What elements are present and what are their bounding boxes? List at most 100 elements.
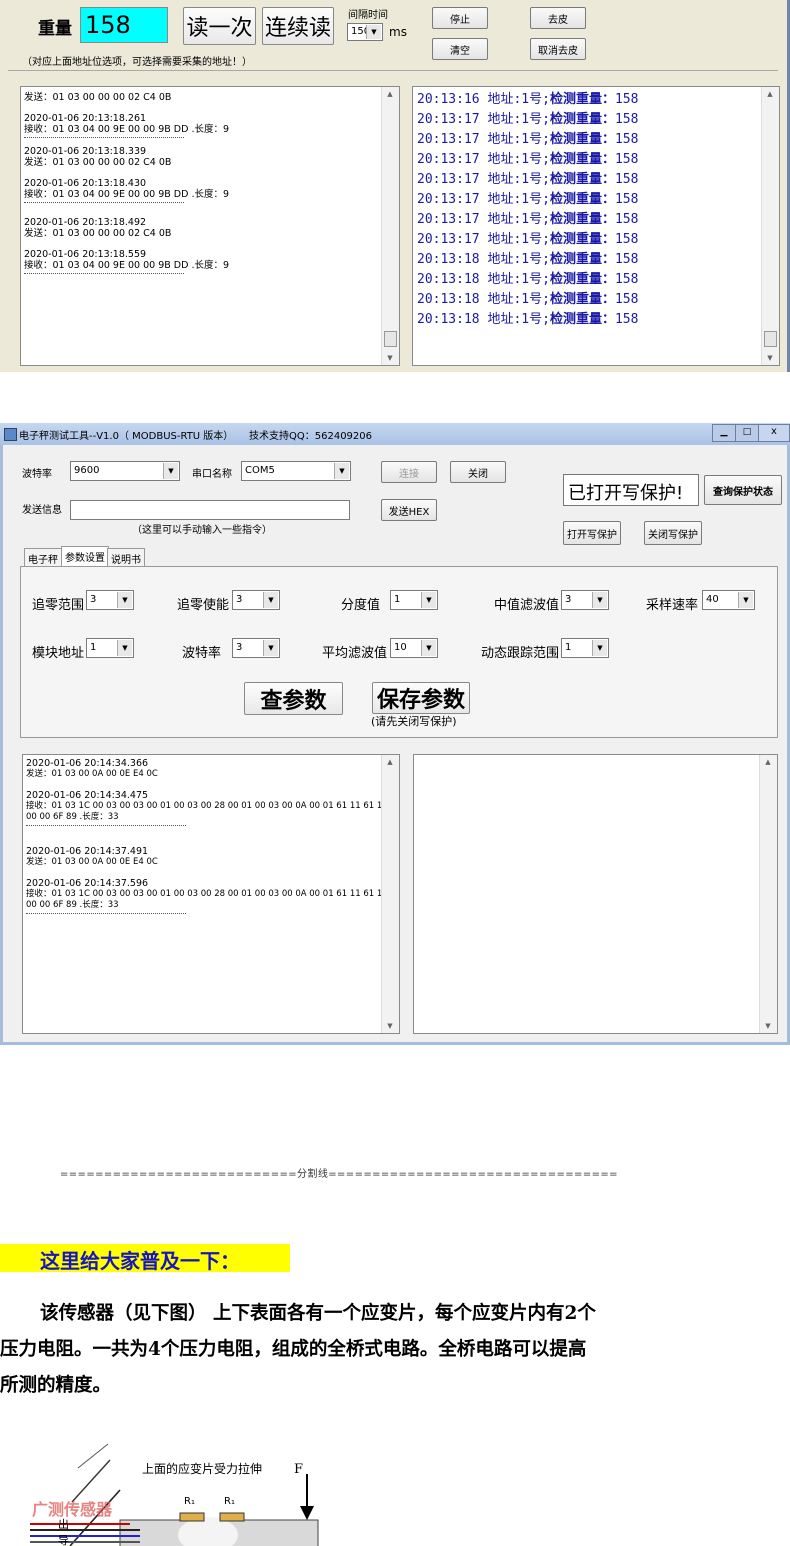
param-median-filter-select[interactable]: 3 ▼ bbox=[561, 590, 609, 610]
sensor-figure: 上面的应变片受力拉伸 F R₁ R₁ 广测传感器 出 导 bbox=[30, 1440, 330, 1546]
chevron-down-icon: ▼ bbox=[263, 640, 278, 656]
scrollbar-thumb[interactable] bbox=[764, 331, 777, 347]
port-select[interactable]: COM5 ▼ bbox=[241, 461, 351, 481]
log-separator bbox=[24, 271, 184, 274]
read-continuous-button[interactable]: 连续读 bbox=[262, 7, 334, 45]
cancel-tare-button[interactable]: 取消去皮 bbox=[530, 38, 586, 60]
scrollbar[interactable]: ▲ ▼ bbox=[761, 87, 779, 365]
figure-out-label-1: 出 bbox=[58, 1518, 69, 1531]
send-label: 发送信息 bbox=[22, 505, 62, 516]
log-timestamp: 2020-01-06 20:13:18.559 bbox=[24, 249, 147, 260]
weight-log-address: 地址:1号; bbox=[487, 132, 550, 147]
figure-watermark: 广测传感器 bbox=[32, 1500, 113, 1519]
log-separator bbox=[24, 135, 184, 138]
param-dynamic-track-select[interactable]: 1 ▼ bbox=[561, 638, 609, 658]
log-entry: 2020-01-06 20:13:18.559 接收：01 03 04 00 9E… bbox=[21, 249, 399, 274]
close-port-button[interactable]: 关闭 bbox=[450, 461, 506, 483]
log-timestamp: 2020-01-06 20:13:18.261 bbox=[24, 113, 147, 124]
figure-r1-right: R₁ bbox=[224, 1496, 235, 1507]
param-zero-enable-label: 追零使能 bbox=[177, 598, 230, 613]
param-zero-enable-select[interactable]: 3 ▼ bbox=[232, 590, 280, 610]
scroll-up-icon[interactable]: ▲ bbox=[762, 87, 778, 101]
param-median-filter-label: 中值滤波值 bbox=[494, 598, 560, 613]
param-median-filter-value: 3 bbox=[565, 594, 572, 605]
scroll-down-icon[interactable]: ▼ bbox=[760, 1019, 776, 1033]
param-division-select[interactable]: 1 ▼ bbox=[390, 590, 438, 610]
connect-button[interactable]: 连接 bbox=[381, 461, 437, 483]
tab-manual[interactable]: 说明书 bbox=[107, 548, 145, 566]
send-input[interactable] bbox=[70, 500, 350, 520]
weight-log-value: 158 bbox=[614, 172, 639, 187]
log-entry: 2020-01-06 20:13:18.492 发送：01 03 00 00 00… bbox=[21, 217, 399, 239]
minimize-button[interactable]: ▁ bbox=[712, 424, 736, 442]
param-module-address-select[interactable]: 1 ▼ bbox=[86, 638, 134, 658]
top-send-log: ▲ ▼ 发送：01 03 00 00 00 02 C4 0B 2020-01-06… bbox=[20, 86, 400, 366]
title-bar[interactable]: 电子秤测试工具--V1.0（ MODBUS-RTU 版本） 技术支持QQ：562… bbox=[0, 423, 790, 445]
log-entry: 2020-01-06 20:13:18.339 发送：01 03 00 00 00… bbox=[21, 146, 399, 168]
log-message: 接收：01 03 04 00 9E 00 00 9B DD .长度：9 bbox=[24, 260, 230, 271]
tare-button[interactable]: 去皮 bbox=[530, 7, 586, 29]
scroll-down-icon[interactable]: ▼ bbox=[762, 351, 778, 365]
weight-log-row: 20:13:17 地址:1号;检测重量：158 bbox=[417, 170, 779, 190]
scroll-down-icon[interactable]: ▼ bbox=[382, 1019, 398, 1033]
param-module-address-label: 模块地址 bbox=[32, 646, 85, 661]
weight-value: 158 bbox=[85, 11, 131, 39]
tab-params[interactable]: 参数设置 bbox=[61, 546, 109, 566]
top-weight-log: ▲ ▼ 20:13:16 地址:1号;检测重量：158 20:13:17 地址:1… bbox=[412, 86, 780, 366]
query-protect-button[interactable]: 查询保护状态 bbox=[704, 475, 782, 505]
port-label: 串口名称 bbox=[192, 469, 232, 480]
save-params-button[interactable]: 保存参数 bbox=[372, 682, 470, 714]
scrollbar[interactable]: ▲ ▼ bbox=[381, 755, 399, 1033]
weight-log-value: 158 bbox=[614, 192, 639, 207]
weight-log-row: 20:13:17 地址:1号;检测重量：158 bbox=[417, 190, 779, 210]
stop-button[interactable]: 停止 bbox=[432, 7, 488, 29]
scroll-down-icon[interactable]: ▼ bbox=[382, 351, 398, 365]
weight-label: 重量 bbox=[38, 19, 72, 39]
scroll-up-icon[interactable]: ▲ bbox=[760, 755, 776, 769]
weight-log-value: 158 bbox=[614, 252, 639, 267]
read-once-button[interactable]: 读一次 bbox=[183, 7, 256, 45]
weight-log-label: 检测重量： bbox=[549, 212, 615, 227]
figure-force-label: F bbox=[294, 1462, 304, 1477]
close-protect-button[interactable]: 关闭写保护 bbox=[644, 521, 702, 545]
scroll-up-icon[interactable]: ▲ bbox=[382, 87, 398, 101]
param-sample-rate-value: 40 bbox=[706, 594, 719, 605]
interval-select[interactable]: 150 ▼ bbox=[347, 23, 383, 41]
log-timestamp: 2020-01-06 20:14:34.475 bbox=[26, 790, 149, 801]
log-entry: 发送：01 03 00 00 00 02 C4 0B bbox=[21, 92, 399, 103]
weight-log-time: 20:13:17 bbox=[417, 132, 480, 147]
query-params-button[interactable]: 查参数 bbox=[244, 682, 343, 715]
param-baud-select[interactable]: 3 ▼ bbox=[232, 638, 280, 658]
tab-scale[interactable]: 电子秤 bbox=[24, 548, 62, 566]
weight-log-value: 158 bbox=[614, 132, 639, 147]
figure-caption: 上面的应变片受力拉伸 bbox=[142, 1462, 263, 1476]
weight-log-label: 检测重量： bbox=[549, 272, 615, 287]
param-average-filter-select[interactable]: 10 ▼ bbox=[390, 638, 438, 658]
log-separator bbox=[26, 823, 186, 826]
open-protect-button[interactable]: 打开写保护 bbox=[563, 521, 621, 545]
scrollbar[interactable]: ▲ ▼ bbox=[759, 755, 777, 1033]
baud-select[interactable]: 9600 ▼ bbox=[70, 461, 180, 481]
weight-log-time: 20:13:17 bbox=[417, 152, 480, 167]
scrollbar[interactable]: ▲ ▼ bbox=[381, 87, 399, 365]
param-receive-log: ▲ ▼ bbox=[413, 754, 778, 1034]
protect-status: 已打开写保护! bbox=[568, 483, 684, 504]
close-window-button[interactable]: x bbox=[758, 424, 790, 442]
weight-log-row: 20:13:18 地址:1号;检测重量：158 bbox=[417, 250, 779, 270]
param-sample-rate-select[interactable]: 40 ▼ bbox=[702, 590, 755, 610]
weight-log-address: 地址:1号; bbox=[487, 212, 550, 227]
log-message: 接收：01 03 1C 00 03 00 03 00 01 00 03 00 2… bbox=[26, 889, 399, 899]
baud-select-value: 9600 bbox=[74, 465, 100, 476]
send-hex-button[interactable]: 发送HEX bbox=[381, 499, 437, 521]
chevron-down-icon: ▼ bbox=[163, 463, 178, 479]
weight-log-time: 20:13:18 bbox=[417, 292, 480, 307]
param-zero-range-select[interactable]: 3 ▼ bbox=[86, 590, 134, 610]
maximize-button[interactable]: □ bbox=[735, 424, 759, 442]
chevron-down-icon: ▼ bbox=[592, 592, 607, 608]
scrollbar-thumb[interactable] bbox=[384, 331, 397, 347]
interval-unit: ms bbox=[389, 25, 407, 39]
clear-button[interactable]: 清空 bbox=[432, 38, 488, 60]
divider-line: ===========================分割线==========… bbox=[60, 1169, 618, 1180]
scroll-up-icon[interactable]: ▲ bbox=[382, 755, 398, 769]
log-message: 发送：01 03 00 00 00 02 C4 0B bbox=[24, 228, 172, 239]
